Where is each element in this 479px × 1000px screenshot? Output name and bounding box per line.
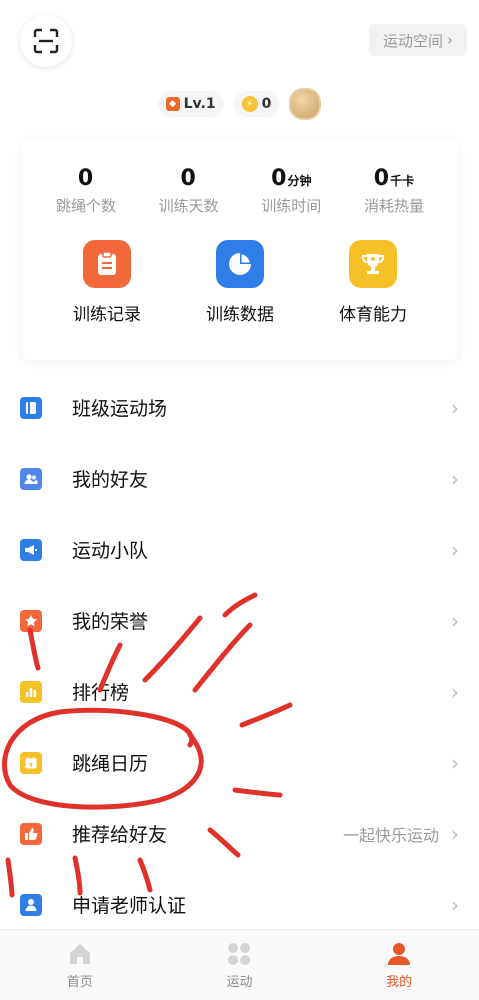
stat-value: 0: [271, 166, 287, 191]
tool-label: 训练数据: [206, 305, 274, 325]
stats-card: 0 跳绳个数 0 训练天数 0分钟 训练时间 0千卡 消耗热量 训练记录 训练数…: [22, 138, 458, 360]
chevron-right-icon: ›: [451, 395, 459, 420]
menu-list: 班级运动场 › 我的好友 › 运动小队 › 我的荣誉 › 排行榜 › 跳绳日历 …: [0, 372, 479, 940]
menu-item-honors[interactable]: 我的荣誉 ›: [0, 585, 479, 656]
coin-icon: ⚡: [241, 96, 258, 112]
tool-label: 训练记录: [73, 305, 141, 325]
tab-label: 首页: [66, 974, 93, 990]
badge-row: ◆ Lv.1 ⚡ 0: [0, 88, 479, 120]
medal-icon[interactable]: [289, 88, 322, 120]
tool-sports-ability[interactable]: 体育能力: [308, 240, 438, 325]
pie-chart-icon: [216, 240, 264, 288]
tab-mine[interactable]: 我的: [339, 941, 459, 990]
menu-item-friends[interactable]: 我的好友 ›: [0, 443, 479, 514]
shield-icon: ◆: [165, 97, 180, 111]
tools-row: 训练记录 训练数据 体育能力: [22, 216, 458, 325]
tool-label: 体育能力: [339, 305, 407, 325]
stat-unit: 分钟: [287, 174, 312, 188]
menu-item-jump-calendar[interactable]: 跳绳日历 ›: [0, 727, 479, 798]
stat-value: 0: [77, 166, 94, 191]
chevron-right-icon: ›: [451, 466, 459, 491]
stat-unit: 千卡: [390, 174, 415, 188]
grid-icon: [228, 942, 251, 965]
sport-space-button[interactable]: 运动空间 ›: [368, 24, 467, 56]
chevron-right-icon: ›: [451, 892, 459, 917]
stat-label: 跳绳个数: [55, 197, 116, 215]
menu-item-class-field[interactable]: 班级运动场 ›: [0, 372, 479, 443]
chevron-right-icon: ›: [451, 750, 459, 775]
sport-space-label: 运动空间: [382, 31, 443, 50]
stat-training-days: 0 训练天数: [139, 166, 239, 216]
thumbs-up-icon: [20, 822, 42, 845]
chevron-right-icon: ›: [451, 608, 459, 633]
notebook-icon: [20, 396, 42, 419]
tab-label: 我的: [386, 974, 413, 990]
coin-value: 0: [261, 96, 272, 112]
stat-training-time: 0分钟 训练时间: [241, 166, 341, 216]
chevron-right-icon: ›: [451, 821, 459, 846]
scan-button[interactable]: [20, 15, 72, 67]
trophy-icon: [349, 240, 397, 288]
menu-item-extra: 一起快乐运动: [342, 825, 439, 845]
menu-item-leaderboard[interactable]: 排行榜 ›: [0, 656, 479, 727]
tab-label: 运动: [226, 974, 253, 990]
menu-item-label: 排行榜: [72, 682, 130, 704]
calendar-icon: [20, 751, 42, 774]
stat-calories: 0千卡 消耗热量: [344, 166, 444, 216]
level-value: Lv.1: [183, 96, 216, 112]
home-icon: [69, 943, 90, 964]
bottom-tab-bar: 首页 运动 我的: [0, 929, 479, 1000]
user-icon: [388, 942, 411, 965]
tool-training-data[interactable]: 训练数据: [175, 240, 305, 325]
chevron-right-icon: ›: [447, 31, 453, 49]
clipboard-icon: [83, 240, 131, 288]
tab-sports[interactable]: 运动: [179, 941, 299, 990]
stat-label: 消耗热量: [363, 197, 424, 215]
stat-value: 0: [180, 166, 196, 191]
menu-item-label: 推荐给好友: [72, 824, 168, 846]
menu-item-label: 跳绳日历: [72, 753, 149, 775]
megaphone-icon: [20, 538, 42, 561]
scan-icon: [33, 28, 59, 54]
menu-item-label: 我的好友: [72, 469, 149, 491]
menu-item-recommend[interactable]: 推荐给好友 一起快乐运动 ›: [0, 798, 479, 869]
stat-value: 0: [373, 166, 390, 191]
chevron-right-icon: ›: [451, 679, 459, 704]
menu-item-label: 运动小队: [72, 540, 149, 562]
stats-row: 0 跳绳个数 0 训练天数 0分钟 训练时间 0千卡 消耗热量: [22, 138, 458, 216]
tab-home[interactable]: 首页: [20, 941, 140, 990]
menu-item-label: 申请老师认证: [72, 895, 187, 917]
chevron-right-icon: ›: [451, 537, 459, 562]
menu-item-label: 我的荣誉: [72, 611, 149, 633]
star-badge-icon: [20, 609, 42, 632]
stat-jump-count: 0 跳绳个数: [36, 166, 136, 216]
menu-item-team[interactable]: 运动小队 ›: [0, 514, 479, 585]
stat-label: 训练天数: [158, 197, 219, 215]
coin-badge[interactable]: ⚡ 0: [233, 91, 280, 117]
level-badge[interactable]: ◆ Lv.1: [157, 91, 224, 117]
friends-icon: [20, 467, 42, 490]
tool-training-record[interactable]: 训练记录: [42, 240, 172, 325]
stat-label: 训练时间: [261, 197, 322, 215]
menu-item-label: 班级运动场: [72, 398, 168, 420]
bar-chart-icon: [20, 680, 42, 703]
teacher-icon: [20, 893, 42, 916]
